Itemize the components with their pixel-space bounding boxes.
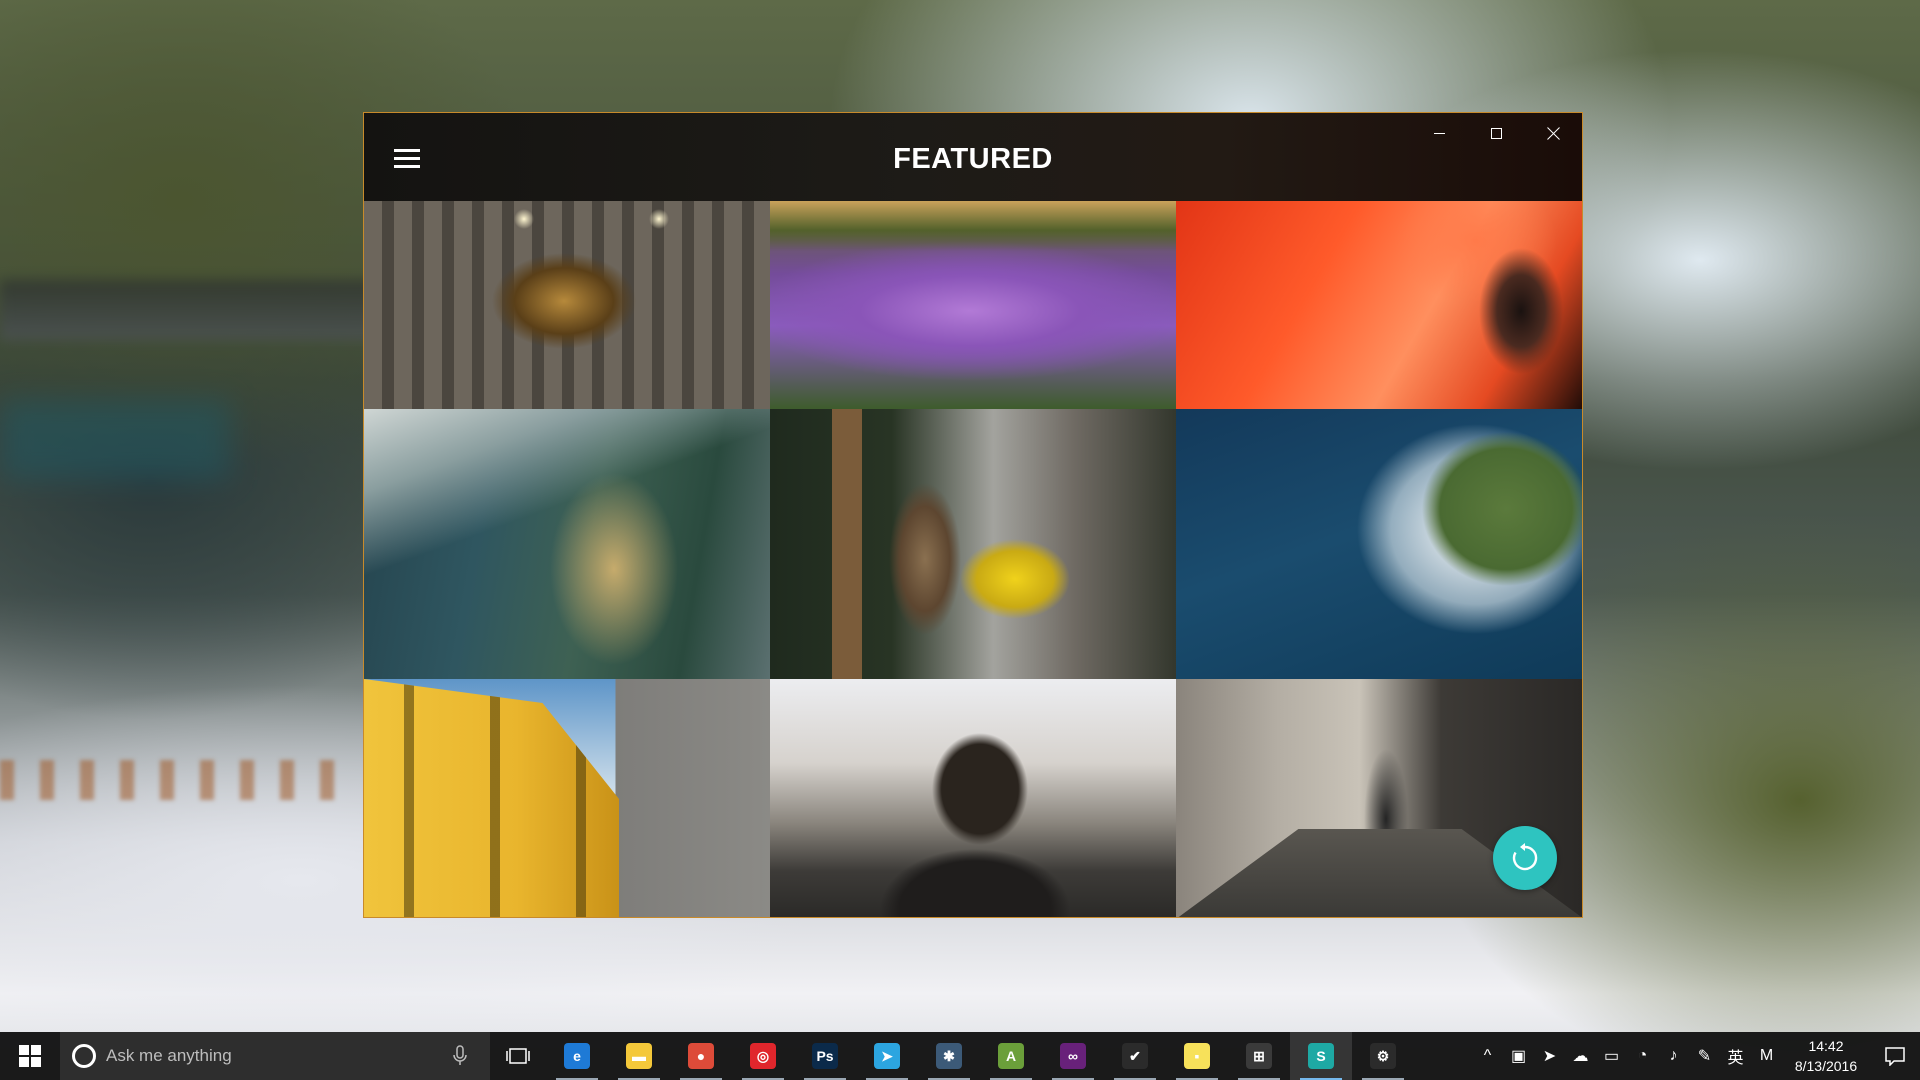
tray-app-icon[interactable]: ▣ [1503,1032,1534,1080]
page-title: FEATURED [893,143,1053,175]
photoshop-icon: Ps [812,1043,838,1069]
settings-taskbar-button[interactable]: ⚙ [1352,1032,1414,1080]
search-input[interactable]: Ask me anything [60,1032,490,1080]
system-tray: ^ ▣ ➤ ☁ ▭ ◔ ♪ ✎ 英 M 14:42 8/13/2016 [1472,1032,1920,1080]
photo-yellow-building[interactable] [364,679,770,917]
close-icon [1547,126,1561,140]
minimize-icon [1434,132,1445,134]
app-dark-circle-taskbar-button[interactable]: ✱ [918,1032,980,1080]
photo-coastline-aerial[interactable] [1176,409,1582,679]
photo-chandelier[interactable] [364,201,770,409]
todo-check-taskbar-button[interactable]: ✔ [1104,1032,1166,1080]
battery-icon[interactable]: ▭ [1596,1032,1627,1080]
sticky-notes-taskbar-button[interactable]: ▪ [1166,1032,1228,1080]
photo-person-silhouette[interactable] [770,679,1176,917]
splash-app-icon: S [1308,1043,1334,1069]
android-studio-taskbar-button[interactable]: A [980,1032,1042,1080]
task-view-icon [506,1048,530,1064]
start-button[interactable] [0,1032,60,1080]
title-bar: FEATURED [364,113,1582,201]
photo-cat[interactable] [770,409,1176,679]
netease-music-taskbar-button[interactable]: ◎ [732,1032,794,1080]
maximize-icon [1491,127,1502,139]
store-taskbar-button[interactable]: ⊞ [1228,1032,1290,1080]
minimize-button[interactable] [1411,113,1468,153]
photo-grid [364,201,1582,917]
telegram-tray-icon[interactable]: ➤ [1534,1032,1565,1080]
photoshop-taskbar-button[interactable]: Ps [794,1032,856,1080]
wallpaper-leaves [0,760,360,800]
chrome-icon: ● [688,1043,714,1069]
visual-studio-icon: ∞ [1060,1043,1086,1069]
taskbar: Ask me anything e ▬ ● ◎ Ps ➤ ✱ A ∞ ✔ ▪ ⊞ S ⚙ ^ ▣ ➤ ☁ ▭ ◔ ♪ ✎… [0,1032,1920,1080]
file-explorer-icon: ▬ [626,1043,652,1069]
edge-icon: e [564,1043,590,1069]
telegram-icon: ➤ [874,1043,900,1069]
edge-taskbar-button[interactable]: e [546,1032,608,1080]
wifi-icon[interactable]: ◔ [1627,1032,1658,1080]
wallpaper-blur [0,280,380,340]
netease-music-icon: ◎ [750,1043,776,1069]
input-language-icon[interactable]: 英 [1720,1032,1751,1080]
photo-purple-flowers[interactable] [770,201,1176,409]
action-center-icon [1885,1047,1905,1066]
splash-app-taskbar-button[interactable]: S [1290,1032,1352,1080]
pinned-apps: e ▬ ● ◎ Ps ➤ ✱ A ∞ ✔ ▪ ⊞ S ⚙ [546,1032,1414,1080]
visual-studio-taskbar-button[interactable]: ∞ [1042,1032,1104,1080]
todo-check-icon: ✔ [1122,1043,1148,1069]
clock-date: 8/13/2016 [1794,1058,1858,1074]
refresh-icon [1512,843,1538,871]
store-icon: ⊞ [1246,1043,1272,1069]
ime-mode-icon[interactable]: M [1751,1032,1782,1080]
clock[interactable]: 14:42 8/13/2016 [1782,1036,1870,1076]
clock-time: 14:42 [1808,1038,1844,1054]
chrome-taskbar-button[interactable]: ● [670,1032,732,1080]
settings-icon: ⚙ [1370,1043,1396,1069]
wallpaper-blur [0,400,230,480]
photo-flamingo[interactable] [1176,201,1582,409]
telegram-taskbar-button[interactable]: ➤ [856,1032,918,1080]
cortana-icon [72,1044,96,1068]
windows-logo-icon [19,1045,41,1067]
app-window: FEATURED [363,112,1583,918]
action-center-button[interactable] [1870,1032,1920,1080]
search-placeholder: Ask me anything [106,1046,232,1065]
volume-icon[interactable]: ♪ [1658,1032,1689,1080]
onedrive-icon[interactable]: ☁ [1565,1032,1596,1080]
close-button[interactable] [1525,113,1582,153]
maximize-button[interactable] [1468,113,1525,153]
photo-mountain-valley[interactable] [364,409,770,679]
refresh-button[interactable] [1493,826,1557,890]
android-studio-icon: A [998,1043,1024,1069]
file-explorer-taskbar-button[interactable]: ▬ [608,1032,670,1080]
task-view-button[interactable] [490,1032,546,1080]
sticky-notes-icon: ▪ [1184,1043,1210,1069]
show-hidden-icons-icon[interactable]: ^ [1472,1032,1503,1080]
pen-icon[interactable]: ✎ [1689,1032,1720,1080]
app-dark-circle-icon: ✱ [936,1043,962,1069]
microphone-icon[interactable] [448,1044,472,1068]
